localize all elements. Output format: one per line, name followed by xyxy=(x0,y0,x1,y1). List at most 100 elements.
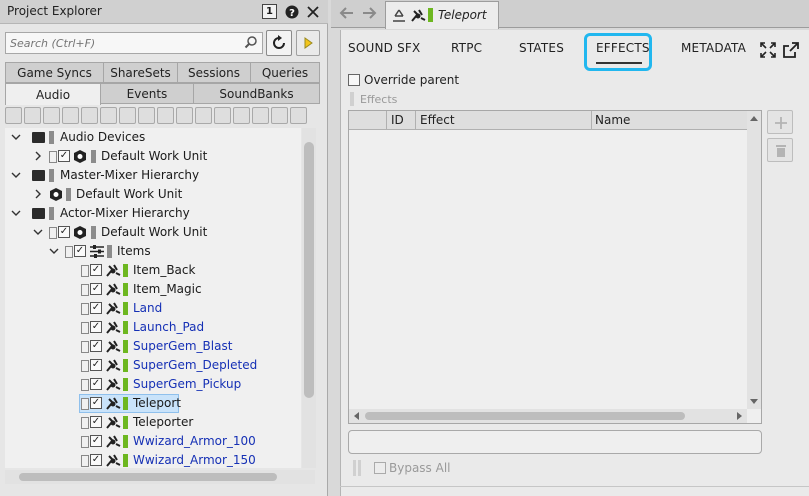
drag-handle-icon[interactable] xyxy=(81,436,89,448)
inclusion-checkbox[interactable]: ✓ xyxy=(90,416,102,428)
tree-row-supergem-pickup[interactable]: ✓ SuperGem_Pickup xyxy=(5,375,301,394)
drag-handle-icon[interactable] xyxy=(81,265,89,277)
arrow-left-icon[interactable] xyxy=(339,5,355,21)
table-horizontal-scrollbar[interactable] xyxy=(349,409,747,423)
tree-row-default-work-unit[interactable]: ✓ Default Work Unit xyxy=(5,147,301,166)
inclusion-checkbox[interactable]: ✓ xyxy=(90,359,102,371)
folder-alt-tool-icon[interactable] xyxy=(43,107,60,124)
tree-row-land[interactable]: ✓ Land xyxy=(5,299,301,318)
random-container-tool-icon[interactable] xyxy=(119,107,136,124)
drag-handle-icon[interactable] xyxy=(81,398,89,410)
list-tool-icon[interactable] xyxy=(271,107,288,124)
virtual-folder-tool-icon[interactable] xyxy=(81,107,98,124)
override-parent-checkbox[interactable] xyxy=(348,74,360,86)
column-header-name[interactable]: Name xyxy=(595,113,630,127)
inclusion-checkbox[interactable]: ✓ xyxy=(74,245,86,257)
column-separator[interactable] xyxy=(415,111,416,130)
tree-horizontal-scrollbar[interactable] xyxy=(5,470,315,484)
grid-tool-icon[interactable] xyxy=(252,107,269,124)
tab-effects[interactable]: EFFECTS xyxy=(596,41,650,55)
column-header-id[interactable]: ID xyxy=(391,113,404,127)
drag-handle-icon[interactable] xyxy=(81,322,89,334)
drag-handle-icon[interactable] xyxy=(81,303,89,315)
drag-handle-icon[interactable] xyxy=(81,455,89,467)
chevron-down-icon[interactable] xyxy=(48,245,60,257)
inclusion-checkbox[interactable]: ✓ xyxy=(58,226,70,238)
audio-input-tool-icon[interactable] xyxy=(233,107,250,124)
drag-handle-icon[interactable] xyxy=(65,246,73,258)
tab-sessions[interactable]: Sessions xyxy=(177,62,251,83)
voice-tool-icon[interactable] xyxy=(195,107,212,124)
tab-game-syncs[interactable]: Game Syncs xyxy=(5,62,104,83)
tree-row-actor-mixer[interactable]: Actor-Mixer Hierarchy xyxy=(5,204,301,223)
column-header-effect[interactable]: Effect xyxy=(420,113,455,127)
drag-handle-icon[interactable] xyxy=(352,459,364,477)
work-unit-tool-icon[interactable] xyxy=(5,107,22,124)
tree-row-audio-devices[interactable]: Audio Devices xyxy=(5,128,301,147)
inclusion-checkbox[interactable]: ✓ xyxy=(90,340,102,352)
sync-refresh-button[interactable] xyxy=(266,30,292,56)
tree-row-wwizard-armor-100[interactable]: ✓ Wwizard_Armor_100 xyxy=(5,432,301,451)
tree-row-teleport[interactable]: ✓ Teleport xyxy=(5,394,301,413)
scrollbar-thumb[interactable] xyxy=(304,142,314,398)
scroll-up-icon[interactable] xyxy=(750,115,758,121)
tab-sharesets[interactable]: ShareSets xyxy=(103,62,178,83)
editor-object-tab[interactable]: Teleport xyxy=(385,1,499,29)
inclusion-checkbox[interactable]: ✓ xyxy=(90,283,102,295)
tree-row-teleporter[interactable]: ✓ Teleporter xyxy=(5,413,301,432)
inclusion-checkbox[interactable]: ✓ xyxy=(90,264,102,276)
tab-queries[interactable]: Queries xyxy=(250,62,320,83)
switch-container-tool-icon[interactable] xyxy=(100,107,117,124)
tab-metadata[interactable]: METADATA xyxy=(681,41,746,55)
bypass-all-checkbox[interactable] xyxy=(374,462,386,474)
drag-handle-icon[interactable] xyxy=(49,227,57,239)
blend-container-tool-icon[interactable] xyxy=(157,107,174,124)
chevron-down-icon[interactable] xyxy=(10,131,22,143)
tab-sound-sfx[interactable]: SOUND SFX xyxy=(348,41,420,55)
help-icon[interactable]: ? xyxy=(283,3,301,21)
inclusion-checkbox[interactable]: ✓ xyxy=(90,435,102,447)
search-field[interactable] xyxy=(5,32,263,54)
tab-rtpc[interactable]: RTPC xyxy=(451,41,482,55)
column-separator[interactable] xyxy=(591,111,592,130)
scrollbar-thumb[interactable] xyxy=(365,412,685,420)
inclusion-checkbox[interactable]: ✓ xyxy=(90,454,102,466)
tree-row-items[interactable]: ✓ Items xyxy=(5,242,301,261)
folder-tool-icon[interactable] xyxy=(24,107,41,124)
track-tool-icon[interactable] xyxy=(290,107,307,124)
actor-mixer-tool-icon[interactable] xyxy=(62,107,79,124)
tree-row-item-magic[interactable]: ✓ Item_Magic xyxy=(5,280,301,299)
inclusion-checkbox[interactable]: ✓ xyxy=(90,378,102,390)
expand-icon[interactable] xyxy=(760,42,776,58)
play-button[interactable] xyxy=(296,30,320,56)
drag-handle-icon[interactable] xyxy=(81,284,89,296)
chevron-down-icon[interactable] xyxy=(32,226,44,238)
open-external-icon[interactable] xyxy=(783,42,799,58)
tree-row-supergem-depleted[interactable]: ✓ SuperGem_Depleted xyxy=(5,356,301,375)
tree-row-launch-pad[interactable]: ✓ Launch_Pad xyxy=(5,318,301,337)
scroll-right-icon[interactable] xyxy=(737,412,743,420)
drag-handle-icon[interactable] xyxy=(81,341,89,353)
sound-sfx-tool-icon[interactable] xyxy=(176,107,193,124)
tree-row-default-work-unit[interactable]: ✓ Default Work Unit xyxy=(5,223,301,242)
drag-handle-icon[interactable] xyxy=(81,417,89,429)
chevron-right-icon[interactable] xyxy=(32,150,44,162)
tree-row-default-work-unit[interactable]: Default Work Unit xyxy=(5,185,301,204)
tab-states[interactable]: STATES xyxy=(519,41,564,55)
search-input[interactable] xyxy=(6,33,236,53)
effect-shareset-field[interactable] xyxy=(348,430,762,454)
inclusion-checkbox[interactable]: ✓ xyxy=(90,302,102,314)
tree-row-master-mixer[interactable]: Master-Mixer Hierarchy xyxy=(5,166,301,185)
tree-row-supergem-blast[interactable]: ✓ SuperGem_Blast xyxy=(5,337,301,356)
add-effect-button[interactable] xyxy=(767,110,793,134)
tree-row-wwizard-armor-150[interactable]: ✓ Wwizard_Armor_150 xyxy=(5,451,301,468)
tab-audio[interactable]: Audio xyxy=(5,83,101,105)
tree-vertical-scrollbar[interactable] xyxy=(302,128,316,468)
music-tool-icon[interactable] xyxy=(214,107,231,124)
column-separator[interactable] xyxy=(386,111,387,130)
sequence-container-tool-icon[interactable] xyxy=(138,107,155,124)
chevron-down-icon[interactable] xyxy=(10,169,22,181)
delete-effect-button[interactable] xyxy=(767,138,793,162)
arrow-right-icon[interactable] xyxy=(361,5,377,21)
chevron-down-icon[interactable] xyxy=(10,207,22,219)
